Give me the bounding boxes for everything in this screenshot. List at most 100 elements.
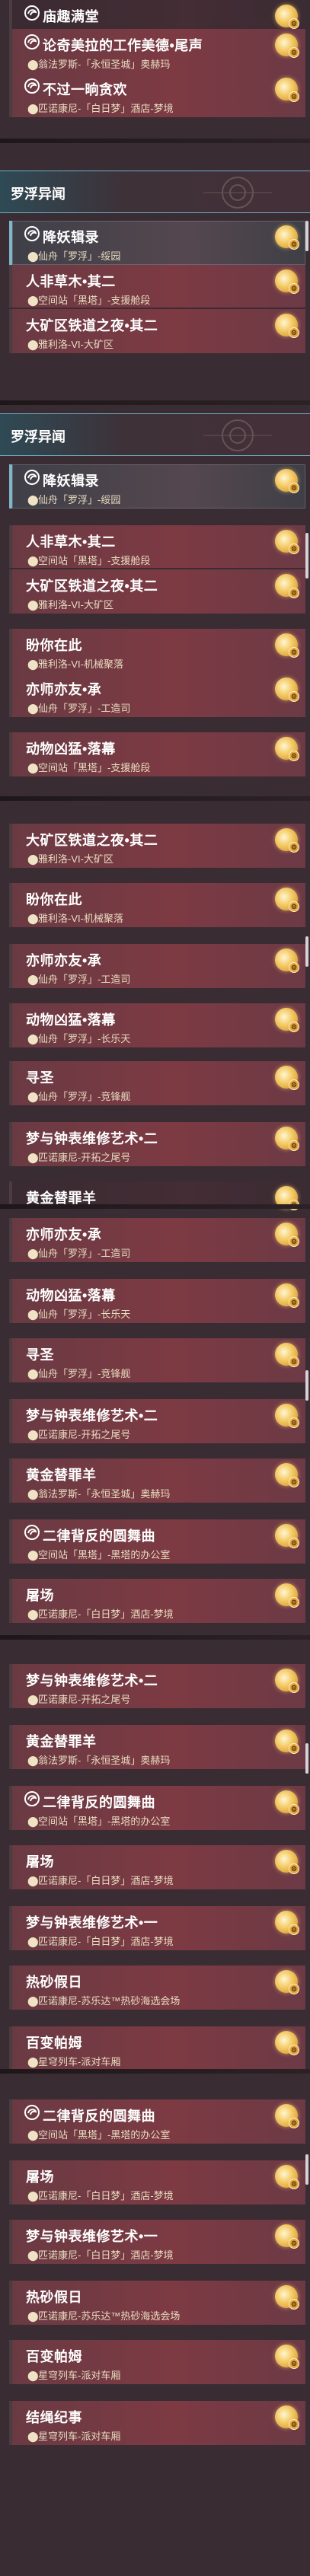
divider xyxy=(0,400,310,405)
reward-badge: ⚙ xyxy=(289,1022,299,1032)
mission-title: 二律背反的圆舞曲 xyxy=(43,2109,155,2124)
mission-item[interactable]: 屠场 ⬤匹诺康尼-「白日梦」酒店-梦境 ⚙ xyxy=(9,2160,305,2205)
mission-location-text: 仙舟「罗浮」-长乐天 xyxy=(38,1033,131,1044)
reward-badge: ⚙ xyxy=(289,1682,299,1693)
reward-badge: ⚙ xyxy=(289,1357,299,1367)
mission-location-text: 仙舟「罗浮」-工造司 xyxy=(38,1248,131,1259)
scrollbar-thumb[interactable] xyxy=(305,2154,308,2185)
mission-item[interactable]: 梦与钟表维修艺术•一 ⬤匹诺康尼-「白日梦」酒店-梦境 ⚙ xyxy=(9,2220,305,2264)
mission-location-text: 匹诺康尼-开拓之尾号 xyxy=(38,1152,131,1163)
mission-location-text: 仙舟「罗浮」-绥园 xyxy=(38,494,121,505)
mission-item[interactable]: 不过一晌贪欢 ⬤匹诺康尼-「白日梦」酒店-梦境 ⚙ xyxy=(9,73,305,117)
reward-badge: ⚙ xyxy=(289,483,299,493)
mission-item[interactable]: 人非草木•其二 ⬤空间站「黑塔」-支援舱段 ⚙ xyxy=(9,265,305,308)
mission-location-text: 空间站「黑塔」-支援舱段 xyxy=(38,555,151,566)
mission-item[interactable]: 热砂假日 ⬤匹诺康尼-苏乐达™热砂海选会场 ⚙ xyxy=(9,2281,305,2325)
mission-item[interactable]: 热砂假日 ⬤匹诺康尼-苏乐达™热砂海选会场 ⚙ xyxy=(9,1965,305,2010)
reward-coin-icon: ⚙ xyxy=(275,677,299,702)
reward-coin-icon: ⚙ xyxy=(275,1970,299,1994)
mission-item[interactable]: 降妖辑录 ⬤仙舟「罗浮」-绥园 ⚙ xyxy=(9,464,305,509)
mission-item[interactable]: 黄金替罪羊⚙ xyxy=(9,1181,305,1210)
mission-title: 屠场 xyxy=(26,1588,54,1603)
mission-item[interactable]: 盼你在此 ⬤雅利洛-VI-机械聚落 ⚙ xyxy=(9,629,305,673)
scrollbar-thumb[interactable] xyxy=(305,533,308,579)
mission-item[interactable]: 结绳纪事 ⬤星穹列车-派对车厢 ⚙ xyxy=(9,2401,305,2445)
reward-coin-icon: ⚙ xyxy=(275,2031,299,2055)
scrollbar-thumb[interactable] xyxy=(305,1370,308,1401)
mission-location: ⬤匹诺康尼-开拓之尾号 xyxy=(27,1427,130,1441)
scrollbar-thumb[interactable] xyxy=(305,221,308,251)
mission-location: ⬤空间站「黑塔」-支援舱段 xyxy=(27,760,150,774)
mission-item[interactable]: 动物凶猛•落幕 ⬤空间站「黑塔」-支援舱段 ⚙ xyxy=(9,732,305,776)
mission-item[interactable]: 黄金替罪羊 ⬤翁法罗斯-「永恒圣城」奥赫玛 ⚙ xyxy=(9,1725,305,1769)
mission-title: 盼你在此 xyxy=(26,638,82,653)
mission-item[interactable]: 屠场 ⬤匹诺康尼-「白日梦」酒店-梦境 ⚙ xyxy=(9,1845,305,1889)
reward-badge: ⚙ xyxy=(289,901,299,912)
scrollbar-thumb[interactable] xyxy=(305,936,308,967)
reward-coin-icon: ⚙ xyxy=(275,269,299,294)
mission-item[interactable]: 动物凶猛•落幕 ⬤仙舟「罗浮」-长乐天 ⚙ xyxy=(9,1279,305,1323)
mission-item[interactable]: 二律背反的圆舞曲 ⬤空间站「黑塔」-黑塔的办公室 ⚙ xyxy=(9,1519,305,1564)
reward-badge: ⚙ xyxy=(289,1924,299,1935)
reward-badge: ⚙ xyxy=(289,962,299,973)
mission-title: 动物凶猛•落幕 xyxy=(26,1012,116,1028)
reward-coin-icon: ⚙ xyxy=(275,1583,299,1608)
scrollbar-thumb[interactable] xyxy=(305,1743,308,1774)
mission-item[interactable]: 寻圣 ⬤仙舟「罗浮」-竞锋舰 ⚙ xyxy=(9,1061,305,1105)
reward-badge: ⚙ xyxy=(289,1140,299,1151)
location-pin-icon: ⬤ xyxy=(27,762,39,773)
reward-badge: ⚙ xyxy=(289,1477,299,1487)
mission-item[interactable]: 百变帕姆 ⬤星穹列车-派对车厢 ⚙ xyxy=(9,2026,305,2071)
mission-item[interactable]: 动物凶猛•落幕 ⬤仙舟「罗浮」-长乐天 ⚙ xyxy=(9,1003,305,1047)
mission-item[interactable]: 梦与钟表维修艺术•二 ⬤匹诺康尼-开拓之尾号 ⚙ xyxy=(9,1399,305,1443)
mission-title: 大矿区铁道之夜•其二 xyxy=(26,833,158,848)
location-pin-icon: ⬤ xyxy=(27,1091,39,1102)
mission-item[interactable]: 黄金替罪羊 ⬤翁法罗斯-「永恒圣城」奥赫玛 ⚙ xyxy=(9,1459,305,1503)
mission-item[interactable]: 屠场 ⬤匹诺康尼-「白日梦」酒店-梦境 ⚙ xyxy=(9,1579,305,1623)
mission-location-text: 翁法罗斯-「永恒圣城」奥赫玛 xyxy=(38,1755,171,1766)
mission-item[interactable]: 人非草木•其二 ⬤空间站「黑塔」-支援舱段 ⚙ xyxy=(9,525,305,568)
mission-item[interactable]: 大矿区铁道之夜•其二 ⬤雅利洛-VI-大矿区 ⚙ xyxy=(9,824,305,868)
section-header[interactable]: 罗浮异闻 xyxy=(0,413,310,456)
reward-badge: ⚙ xyxy=(289,544,299,554)
reward-coin-icon: ⚙ xyxy=(275,1343,299,1367)
reward-badge: ⚙ xyxy=(289,1743,299,1754)
mission-location: ⬤仙舟「罗浮」-竞锋舰 xyxy=(27,1089,130,1103)
mission-item[interactable]: 论奇美拉的工作美德•尾声 ⬤翁法罗斯-「永恒圣城」奥赫玛 ⚙ xyxy=(9,29,305,73)
location-pin-icon: ⬤ xyxy=(27,1152,39,1163)
mission-title: 寻圣 xyxy=(26,1347,54,1363)
mission-title: 大矿区铁道之夜•其二 xyxy=(26,579,158,594)
mission-item[interactable]: 亦师亦友•承 ⬤仙舟「罗浮」-工造司 ⚙ xyxy=(9,673,305,717)
mission-item[interactable]: 梦与钟表维修艺术•二 ⬤匹诺康尼-开拓之尾号 ⚙ xyxy=(9,1664,305,1708)
divider xyxy=(0,139,310,143)
mission-item[interactable]: 大矿区铁道之夜•其二 ⬤雅利洛-VI-大矿区 ⚙ xyxy=(9,569,305,614)
reward-badge: ⚙ xyxy=(289,647,299,658)
mission-item[interactable]: 二律背反的圆舞曲 ⬤空间站「黑塔」-黑塔的办公室 ⚙ xyxy=(9,2099,305,2144)
mission-item[interactable]: 盼你在此 ⬤雅利洛-VI-机械聚落 ⚙ xyxy=(9,883,305,927)
mission-location: ⬤雅利洛-VI-大矿区 xyxy=(27,851,113,866)
mission-item[interactable]: 梦与钟表维修艺术•二 ⬤匹诺康尼-开拓之尾号 ⚙ xyxy=(9,1122,305,1166)
location-pin-icon: ⬤ xyxy=(27,250,39,262)
location-pin-icon: ⬤ xyxy=(27,1995,39,2007)
mission-item[interactable]: 亦师亦友•承 ⬤仙舟「罗浮」-工造司 ⚙ xyxy=(9,944,305,988)
reward-coin-icon: ⚙ xyxy=(275,1463,299,1487)
mission-title: 庙趣满堂 xyxy=(43,9,99,24)
mission-item[interactable]: 寻圣 ⬤仙舟「罗浮」-竞锋舰 ⚙ xyxy=(9,1338,305,1382)
mission-location: ⬤雅利洛-VI-大矿区 xyxy=(27,336,113,351)
mission-item[interactable]: 亦师亦友•承 ⬤仙舟「罗浮」-工造司 ⚙ xyxy=(9,1218,305,1262)
mission-location: ⬤翁法罗斯-「永恒圣城」奥赫玛 xyxy=(27,1752,170,1767)
location-pin-icon: ⬤ xyxy=(27,658,39,670)
mission-item[interactable]: 百变帕姆 ⬤星穹列车-派对车厢 ⚙ xyxy=(9,2340,305,2384)
mission-item[interactable]: 二律背反的圆舞曲 ⬤空间站「黑塔」-黑塔的办公室 ⚙ xyxy=(9,1786,305,1830)
mission-location-text: 匹诺康尼-开拓之尾号 xyxy=(38,1694,131,1705)
mission-item[interactable]: 庙趣满堂 ⚙ xyxy=(9,0,305,29)
mission-item[interactable]: 梦与钟表维修艺术•一 ⬤匹诺康尼-「白日梦」酒店-梦境 ⚙ xyxy=(9,1906,305,1950)
location-pin-icon: ⬤ xyxy=(27,103,39,114)
mission-location: ⬤翁法罗斯-「永恒圣城」奥赫玛 xyxy=(27,1486,170,1500)
mission-title: 寻圣 xyxy=(26,1070,54,1086)
mission-item[interactable]: 降妖辑录 ⬤仙舟「罗浮」-绥园 ⚙ xyxy=(9,221,305,265)
mission-item[interactable]: 大矿区铁道之夜•其二 ⬤雅利洛-VI-大矿区 ⚙ xyxy=(9,309,305,353)
section-header[interactable]: 罗浮异闻 xyxy=(0,171,310,213)
mission-type-icon xyxy=(24,470,40,485)
mission-title: 大矿区铁道之夜•其二 xyxy=(26,318,158,333)
